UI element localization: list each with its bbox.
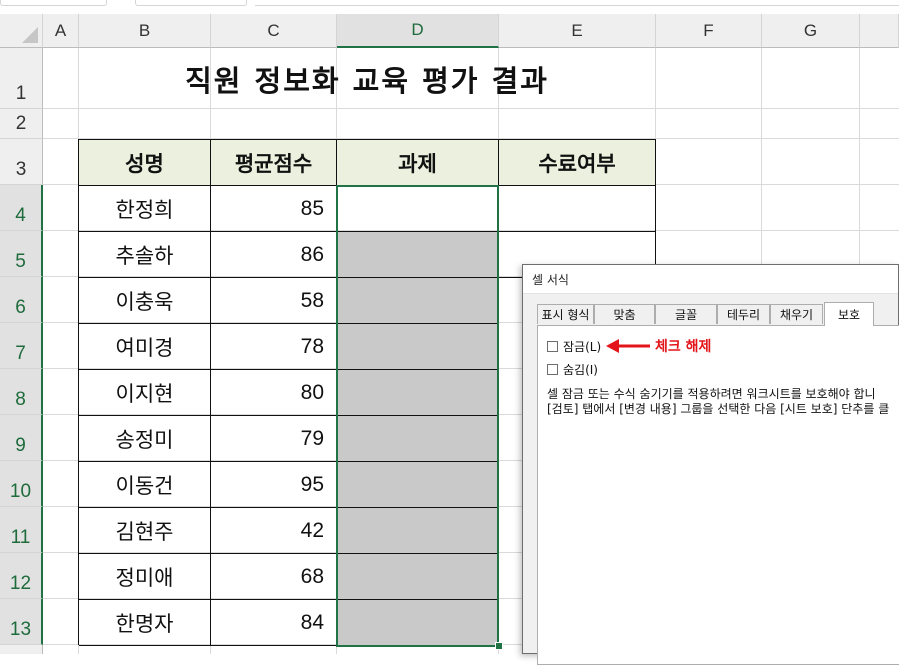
row-header-11[interactable]: 11: [0, 507, 43, 553]
score-cell[interactable]: 95: [211, 462, 337, 508]
task-cell[interactable]: [337, 462, 499, 508]
task-cell[interactable]: [337, 370, 499, 416]
hidden-checkbox[interactable]: [547, 364, 558, 375]
tab-shape: [135, 0, 247, 6]
score-cell[interactable]: 84: [211, 600, 337, 646]
score-cell[interactable]: 79: [211, 416, 337, 462]
format-cells-dialog: 셀 서식 표시 형식 맞춤 글꼴 테두리 채우기 보호 잠금(L) 숨김(I) …: [522, 264, 899, 665]
score-cell[interactable]: 68: [211, 554, 337, 600]
row-header-1[interactable]: 1: [0, 48, 43, 109]
row-header-10[interactable]: 10: [0, 461, 43, 507]
uncheck-annotation: 체크 해제: [655, 339, 712, 355]
task-cell[interactable]: [337, 232, 499, 278]
row-header-2[interactable]: 2: [0, 109, 43, 139]
red-arrow-icon: [606, 339, 650, 353]
column-header-d[interactable]: D: [337, 14, 499, 48]
score-cell[interactable]: 78: [211, 324, 337, 370]
tab-fill[interactable]: 채우기: [770, 304, 823, 324]
ribbon-edge: [0, 0, 899, 14]
column-header-h[interactable]: [860, 14, 899, 48]
hidden-label[interactable]: 숨김(I): [563, 361, 598, 378]
select-all-triangle-icon: [22, 27, 38, 43]
name-cell[interactable]: 김현주: [79, 508, 211, 554]
fill-handle[interactable]: [495, 642, 503, 650]
task-cell[interactable]: [337, 600, 499, 646]
name-cell[interactable]: 정미애: [79, 554, 211, 600]
column-header-f[interactable]: F: [656, 14, 762, 48]
name-cell[interactable]: 이지현: [79, 370, 211, 416]
row-header-12[interactable]: 12: [0, 553, 43, 599]
score-cell[interactable]: 85: [211, 186, 337, 232]
protection-panel: 잠금(L) 숨김(I) 셀 잠금 또는 수식 숨기기를 적용하려면 워크시트를 …: [537, 325, 899, 665]
dialog-titlebar[interactable]: 셀 서식: [523, 265, 898, 294]
task-cell[interactable]: [337, 278, 499, 324]
row-header-13[interactable]: 13: [0, 599, 43, 645]
header-cell-score[interactable]: 평균점수: [211, 140, 337, 186]
column-header-a[interactable]: A: [43, 14, 79, 48]
score-cell[interactable]: 58: [211, 278, 337, 324]
column-header-g[interactable]: G: [762, 14, 860, 48]
name-cell[interactable]: 한정희: [79, 186, 211, 232]
name-cell[interactable]: 송정미: [79, 416, 211, 462]
completion-cell[interactable]: [499, 186, 656, 232]
row-header-9[interactable]: 9: [0, 415, 43, 461]
row-header-7[interactable]: 7: [0, 323, 43, 369]
ribbon-border: [255, 0, 899, 6]
header-cell-task[interactable]: 과제: [337, 140, 499, 186]
column-header-b[interactable]: B: [79, 14, 211, 48]
tab-alignment[interactable]: 맞춤: [594, 304, 655, 324]
row-header-4[interactable]: 4: [0, 185, 43, 231]
task-cell[interactable]: [337, 416, 499, 462]
sheet-title[interactable]: 직원 정보화 교육 평가 결과: [79, 58, 655, 100]
column-header-e[interactable]: E: [499, 14, 656, 48]
name-cell[interactable]: 한명자: [79, 600, 211, 646]
name-cell[interactable]: 여미경: [79, 324, 211, 370]
name-cell[interactable]: 이충욱: [79, 278, 211, 324]
tab-number-format[interactable]: 표시 형식: [537, 304, 594, 324]
row-header-8[interactable]: 8: [0, 369, 43, 415]
task-cell[interactable]: [337, 508, 499, 554]
score-cell[interactable]: 86: [211, 232, 337, 278]
column-header-c[interactable]: C: [211, 14, 337, 48]
lock-checkbox[interactable]: [547, 341, 558, 352]
task-cell[interactable]: [337, 554, 499, 600]
name-cell[interactable]: 추솔하: [79, 232, 211, 278]
tab-font[interactable]: 글꼴: [655, 304, 717, 324]
dialog-title: 셀 서식: [532, 273, 569, 287]
name-cell[interactable]: 이동건: [79, 462, 211, 508]
score-cell[interactable]: 80: [211, 370, 337, 416]
select-all-button[interactable]: [0, 14, 43, 48]
row-header-5[interactable]: 5: [0, 231, 43, 277]
header-cell-completion[interactable]: 수료여부: [499, 140, 656, 186]
tab-border[interactable]: 테두리: [717, 304, 770, 324]
row-header-14[interactable]: [0, 645, 43, 654]
lock-label[interactable]: 잠금(L): [563, 338, 601, 355]
header-cell-name[interactable]: 성명: [79, 140, 211, 186]
tab-shape: [0, 0, 107, 6]
task-cell[interactable]: [337, 186, 499, 232]
row-header-6[interactable]: 6: [0, 277, 43, 323]
protection-description: [검토] 탭에서 [변경 내용] 그룹을 선택한 다음 [시트 보호] 단추를 …: [547, 402, 890, 416]
tab-protection[interactable]: 보호: [824, 302, 874, 326]
task-cell[interactable]: [337, 324, 499, 370]
gridline: [43, 108, 899, 109]
row-header-3[interactable]: 3: [0, 139, 43, 185]
score-cell[interactable]: 42: [211, 508, 337, 554]
